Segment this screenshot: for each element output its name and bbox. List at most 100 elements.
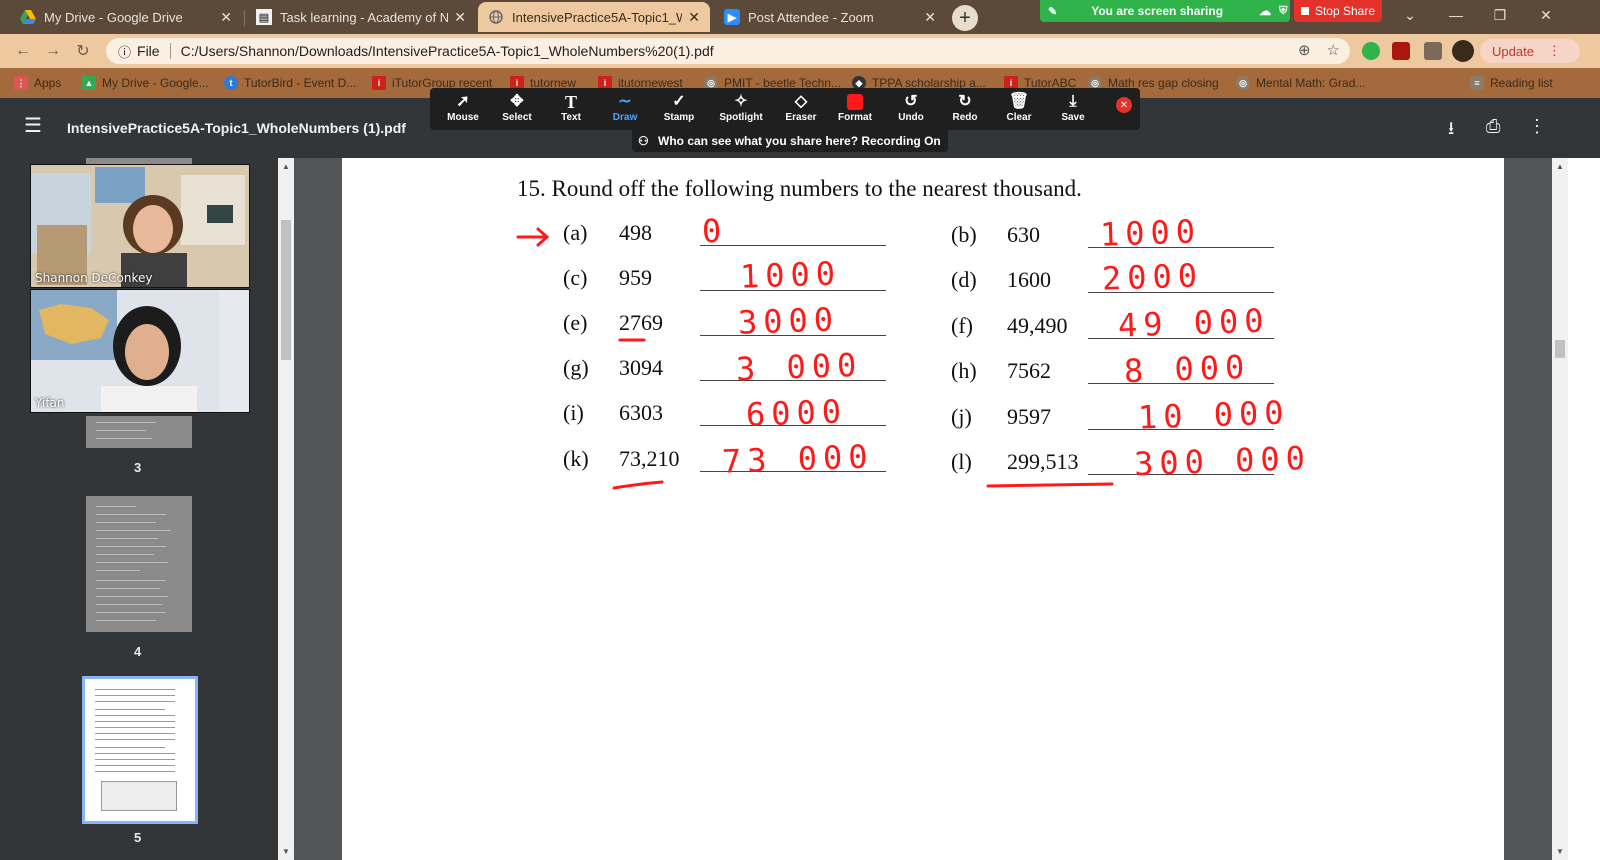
document-scrollbar[interactable]: ▲ ▼ <box>1552 158 1568 860</box>
divider <box>169 43 171 59</box>
sidebar-scroll-thumb[interactable] <box>281 220 291 360</box>
bookmark-my-drive[interactable]: ▲ My Drive - Google... <box>82 75 209 91</box>
forward-icon[interactable]: → <box>42 40 64 62</box>
tool-label: Save <box>1061 112 1085 123</box>
bookmark-reading-list[interactable]: ≡ Reading list <box>1470 75 1553 91</box>
handwritten-answer: 6000 <box>745 392 848 434</box>
tool-redo[interactable]: ↻ Redo <box>938 92 992 128</box>
pdf-document-area[interactable]: 15. Round off the following numbers to t… <box>294 158 1552 860</box>
zoom-icon: ▶ <box>724 9 740 25</box>
tab-task-learning[interactable]: ▤ Task learning - Academy of New ✕ <box>246 2 476 32</box>
more-options-icon[interactable]: ⋮ <box>1528 116 1546 137</box>
cursor-icon: ➚ <box>456 93 470 110</box>
back-icon[interactable]: ← <box>12 40 34 62</box>
tool-undo[interactable]: ↺ Undo <box>884 92 938 128</box>
window-close-icon[interactable]: ✕ <box>1524 0 1568 30</box>
sidebar-scrollbar[interactable]: ▲ ▼ <box>278 158 294 860</box>
tool-draw[interactable]: ∼ Draw <box>598 92 652 128</box>
address-bar[interactable]: ⓘ File C:/Users/Shannon/Downloads/Intens… <box>106 38 1350 64</box>
trash-icon: 🗑 <box>1008 93 1030 110</box>
stop-icon <box>1300 7 1309 15</box>
draw-squiggle-icon: ∼ <box>618 93 632 110</box>
spotlight-wand-icon: ✧ <box>734 93 748 110</box>
minimize-icon[interactable]: — <box>1434 0 1478 30</box>
close-icon[interactable]: ✕ <box>924 9 936 26</box>
tool-label: Mouse <box>447 112 479 123</box>
tab-google-drive[interactable]: My Drive - Google Drive ✕ <box>10 2 242 32</box>
tool-format[interactable]: Format <box>828 92 882 128</box>
menu-icon[interactable]: ☰ <box>24 116 42 136</box>
close-icon[interactable]: ✕ <box>454 9 466 26</box>
tool-stamp[interactable]: ✓ Stamp <box>652 92 706 128</box>
bookmark-star-icon[interactable]: ☆ <box>1327 41 1340 59</box>
handwritten-answer: 1000 <box>739 254 842 296</box>
tool-clear[interactable]: 🗑 Clear <box>992 92 1046 128</box>
tool-label: Undo <box>898 112 924 123</box>
close-annotation-icon[interactable]: ✕ <box>1116 97 1132 113</box>
profile-avatar[interactable] <box>1452 40 1474 62</box>
tab-pdf-active[interactable]: IntensivePractice5A-Topic1_Who ✕ <box>478 2 710 32</box>
tool-label: Format <box>838 112 872 123</box>
globe-icon: ◎ <box>1236 76 1250 90</box>
url-text: C:/Users/Shannon/Downloads/IntensivePrac… <box>180 43 714 59</box>
handwritten-answer: 2000 <box>1101 256 1204 298</box>
tool-save[interactable]: ⤓ Save <box>1046 92 1100 128</box>
download-icon[interactable]: ⭳ <box>1448 116 1454 146</box>
extension-green-icon[interactable] <box>1362 42 1380 60</box>
page-thumbnail-3[interactable] <box>86 416 192 448</box>
tool-spotlight[interactable]: ✧ Spotlight <box>712 92 770 128</box>
tab-separator <box>244 10 245 26</box>
apps-grid-icon: ⋮ <box>14 76 28 90</box>
tab-zoom[interactable]: ▶ Post Attendee - Zoom ✕ <box>714 2 946 32</box>
bookmark-apps[interactable]: ⋮ Apps <box>14 75 61 91</box>
zoom-magnifier-icon[interactable]: ⊕ <box>1298 41 1311 59</box>
reload-icon[interactable]: ↻ <box>72 40 94 62</box>
info-icon[interactable]: ⓘ <box>118 42 131 61</box>
bookmark-label: Mental Math: Grad... <box>1256 76 1366 90</box>
cloud-icon: ☁ <box>1259 4 1272 18</box>
tool-mouse[interactable]: ➚ Mouse <box>436 92 490 128</box>
tool-label: Redo <box>952 112 978 123</box>
tool-label: Text <box>561 112 581 123</box>
handwritten-answer: 3000 <box>737 300 840 342</box>
tool-label: Clear <box>1006 112 1032 123</box>
new-tab-button[interactable]: + <box>952 5 978 31</box>
kebab-menu-icon: ⋮ <box>1547 43 1561 58</box>
update-label: Update <box>1492 43 1534 59</box>
drawing-layer <box>516 227 1114 490</box>
page-thumbnail-5-selected[interactable] <box>82 676 198 824</box>
handwritten-answer: 1000 <box>1099 212 1202 254</box>
update-button[interactable]: Update ⋮ <box>1480 39 1580 63</box>
close-icon[interactable]: ✕ <box>220 9 232 26</box>
print-icon[interactable]: ⎙ <box>1486 116 1500 137</box>
recording-notice[interactable]: ⚇ Who can see what you share here? Recor… <box>632 130 948 152</box>
bookmark-label: TutorBird - Event D... <box>244 76 357 90</box>
tab-search-icon[interactable]: ⌄ <box>1388 0 1432 30</box>
restore-icon[interactable]: ❐ <box>1478 0 1522 30</box>
video-tile-student[interactable]: Yifan <box>30 289 250 413</box>
page-number-3: 3 <box>134 460 142 475</box>
screen-sharing-banner[interactable]: ✎ You are screen sharing ☁ ⛨ <box>1040 0 1290 22</box>
bookmark-tutorbird[interactable]: t TutorBird - Event D... <box>224 75 356 91</box>
stop-share-button[interactable]: Stop Share <box>1294 0 1382 22</box>
handwritten-answer: 73 000 <box>721 437 875 481</box>
tool-select[interactable]: ✥ Select <box>490 92 544 128</box>
bookmark-mental-math[interactable]: ◎ Mental Math: Grad... <box>1236 75 1365 91</box>
itutor-icon: i <box>372 76 386 90</box>
close-icon[interactable]: ✕ <box>688 9 700 26</box>
document-scroll-thumb[interactable] <box>1555 340 1565 358</box>
page-thumbnail-4[interactable] <box>86 496 192 632</box>
tool-text[interactable]: T Text <box>544 92 598 128</box>
tool-label: Draw <box>612 112 638 123</box>
video-tile-teacher[interactable]: Shannon DeConkey <box>30 164 250 288</box>
bookmark-label: My Drive - Google... <box>102 76 209 90</box>
puzzle-icon[interactable] <box>1424 42 1442 60</box>
browser-tab-strip: My Drive - Google Drive ✕ ▤ Task learnin… <box>0 0 1600 34</box>
bookmark-label: Reading list <box>1490 76 1553 90</box>
tool-eraser[interactable]: ◇ Eraser <box>774 92 828 128</box>
ublock-icon[interactable] <box>1392 42 1410 60</box>
tab-label: IntensivePractice5A-Topic1_Who <box>512 9 683 25</box>
tool-label: Stamp <box>663 112 695 123</box>
text-icon: T <box>564 92 577 112</box>
right-margin <box>1568 158 1600 860</box>
